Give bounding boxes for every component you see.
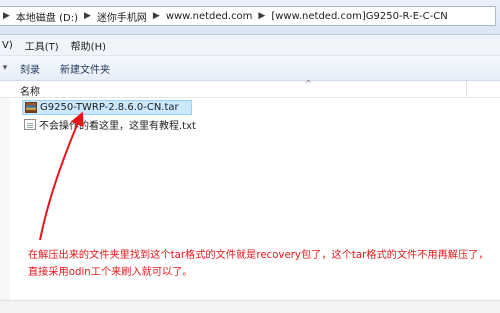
arrow-line bbox=[39, 111, 84, 241]
status-strip bbox=[0, 300, 500, 313]
annotation-text: 在解压出来的文件夹里找到这个tar格式的文件就是recovery包了，这个tar… bbox=[28, 250, 489, 278]
